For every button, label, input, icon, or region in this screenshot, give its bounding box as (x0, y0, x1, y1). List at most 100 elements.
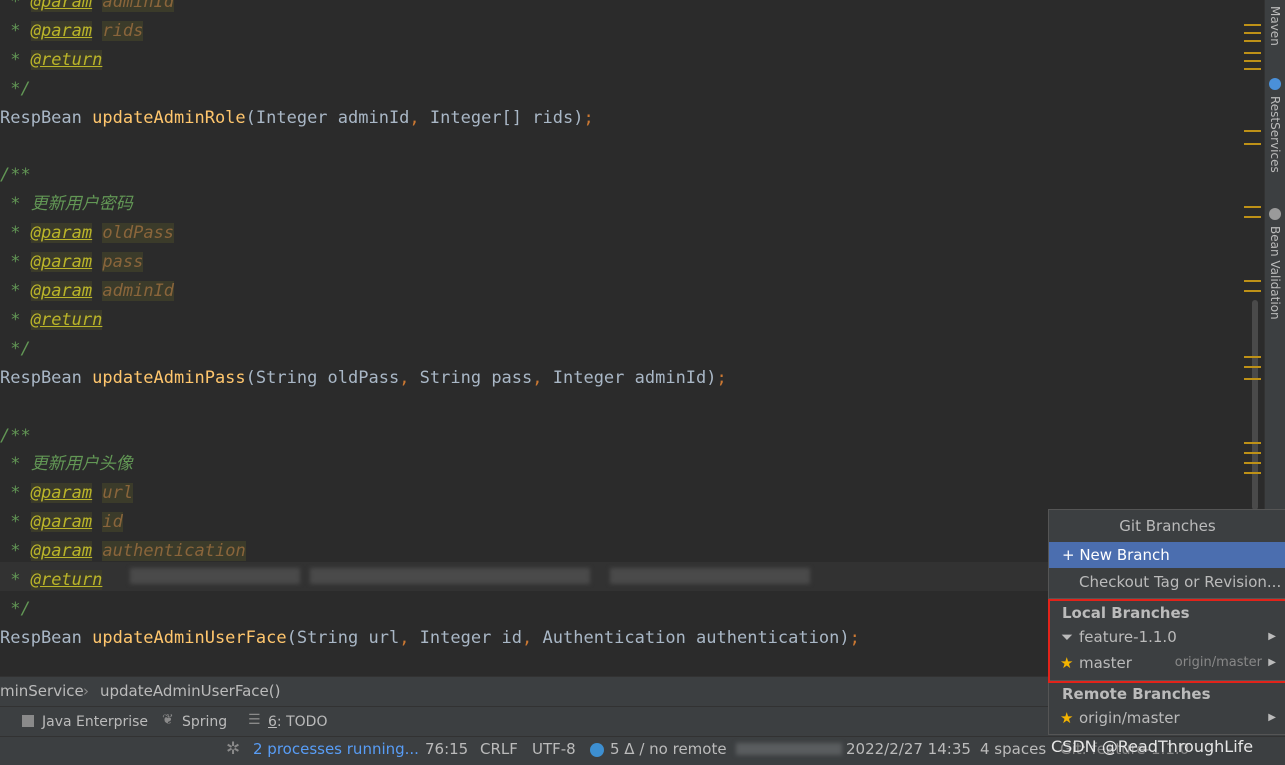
code-line: * @param adminId (0, 277, 175, 306)
warning-marker[interactable] (1244, 216, 1261, 218)
rest-services-icon (1269, 78, 1281, 90)
code-token: (String url (286, 627, 400, 648)
todo-icon: ☰ (248, 712, 261, 728)
code-line: * @return (0, 566, 103, 595)
warning-marker[interactable] (1244, 452, 1261, 454)
warning-marker[interactable] (1244, 462, 1261, 464)
spring-icon: ❦ (162, 712, 174, 728)
line-separator[interactable]: CRLF (480, 740, 518, 758)
code-token: @param (30, 252, 93, 273)
code-token: Integer adminId) (552, 367, 717, 388)
new-branch-item[interactable]: + New Branch (1049, 542, 1285, 568)
tab-java-enterprise[interactable]: Java Enterprise (42, 714, 148, 730)
warning-marker[interactable] (1244, 290, 1261, 292)
code-line: * @return (0, 46, 103, 75)
code-token: @param (30, 281, 93, 301)
warning-marker[interactable] (1244, 60, 1261, 62)
warning-marker[interactable] (1244, 40, 1261, 42)
code-token: updateAdminRole (92, 107, 246, 128)
code-line: * @param oldPass (0, 219, 175, 248)
code-line: * @param url (0, 479, 134, 508)
warning-marker[interactable] (1244, 280, 1261, 282)
warning-marker[interactable] (1244, 442, 1261, 444)
file-encoding[interactable]: UTF-8 (532, 740, 576, 758)
code-token: * 更新用户头像 (0, 454, 133, 475)
warning-marker[interactable] (1244, 24, 1261, 26)
code-token: * (0, 281, 31, 301)
code-token: * (0, 223, 31, 244)
processes-link[interactable]: 2 processes running... (253, 740, 419, 758)
code-line: * 更新用户密码 (0, 190, 132, 219)
code-token: Integer id (419, 627, 523, 648)
code-token: RespBean (0, 367, 93, 388)
branch-item-origin-master[interactable]: ★ origin/master ▶ (1049, 705, 1285, 731)
code-token: */ (0, 598, 31, 619)
code-token: @param (30, 541, 93, 562)
popup-title: Git Branches (1119, 517, 1216, 535)
vcs-status[interactable]: 5 Δ / no remote (610, 740, 727, 758)
code-token: url (102, 483, 134, 504)
scroll-thumb[interactable] (1252, 300, 1258, 510)
code-token: Integer[] rids) (429, 107, 584, 128)
tag-icon: ⏷ (1061, 628, 1074, 646)
new-branch-label: + New Branch (1062, 546, 1170, 564)
code-token: Authentication authentication) (542, 627, 850, 648)
submenu-arrow-icon: ▶ (1268, 657, 1276, 668)
blurred-text (310, 568, 590, 584)
code-token: oldPass (102, 223, 175, 244)
warning-marker[interactable] (1244, 68, 1261, 70)
breadcrumb-method[interactable]: updateAdminUserFace() (100, 682, 280, 700)
code-token: */ (0, 78, 31, 99)
tab-spring[interactable]: Spring (182, 714, 227, 730)
datetime: 2022/2/27 14:35 (846, 740, 971, 758)
tab-rest-services[interactable]: RestServices (1268, 96, 1282, 173)
watermark: CSDN @ReadThroughLife (1051, 737, 1254, 756)
indent-setting[interactable]: 4 spaces (980, 740, 1046, 758)
blurred-text (736, 743, 842, 755)
spinner-icon: ✲ (226, 739, 241, 759)
todo-number: 6 (268, 714, 277, 730)
warning-marker[interactable] (1244, 143, 1261, 145)
code-token: /** (0, 165, 31, 186)
branch-item-feature[interactable]: ⏷ feature-1.1.0 ▶ (1049, 624, 1285, 650)
code-line: * @param rids (0, 17, 144, 46)
code-token: @return (30, 570, 103, 590)
warning-marker[interactable] (1244, 378, 1261, 380)
tab-maven[interactable]: Maven (1268, 6, 1282, 46)
divider (1049, 680, 1285, 681)
code-token: adminId (102, 0, 175, 12)
tab-bean-validation[interactable]: Bean Validation (1268, 226, 1282, 320)
code-token: * (0, 20, 31, 41)
tab-todo[interactable]: 6: TODO (268, 714, 327, 730)
code-line: RespBean updateAdminPass(String oldPass,… (0, 364, 727, 393)
bean-validation-icon (1269, 208, 1281, 220)
breadcrumb-class[interactable]: minService (0, 682, 84, 700)
blurred-text (130, 568, 300, 584)
warning-marker[interactable] (1244, 366, 1261, 368)
star-icon: ★ (1060, 709, 1074, 727)
branch-name: master (1079, 654, 1132, 672)
code-line: */ (0, 335, 30, 364)
code-line: /** (0, 161, 31, 190)
warning-marker[interactable] (1244, 472, 1261, 474)
warning-marker[interactable] (1244, 206, 1261, 208)
code-line: * @param authentication (0, 537, 246, 566)
checkout-tag-label: Checkout Tag or Revision... (1079, 573, 1282, 591)
code-line: */ (0, 595, 31, 624)
warning-marker[interactable] (1244, 52, 1261, 54)
cursor-position[interactable]: 76:15 (425, 740, 468, 758)
warning-marker[interactable] (1244, 32, 1261, 34)
code-token: ; (716, 367, 727, 388)
warning-marker[interactable] (1244, 130, 1261, 132)
divider (1049, 598, 1285, 599)
checkout-tag-item[interactable]: Checkout Tag or Revision... (1049, 569, 1285, 595)
branch-item-master[interactable]: ★ master origin/master ▶ (1049, 650, 1285, 676)
remote-branches-header: Remote Branches (1062, 685, 1211, 703)
code-token: ; (583, 107, 594, 128)
warning-marker[interactable] (1244, 356, 1261, 358)
code-token: updateAdminUserFace (92, 627, 287, 648)
code-token: id (102, 512, 123, 533)
